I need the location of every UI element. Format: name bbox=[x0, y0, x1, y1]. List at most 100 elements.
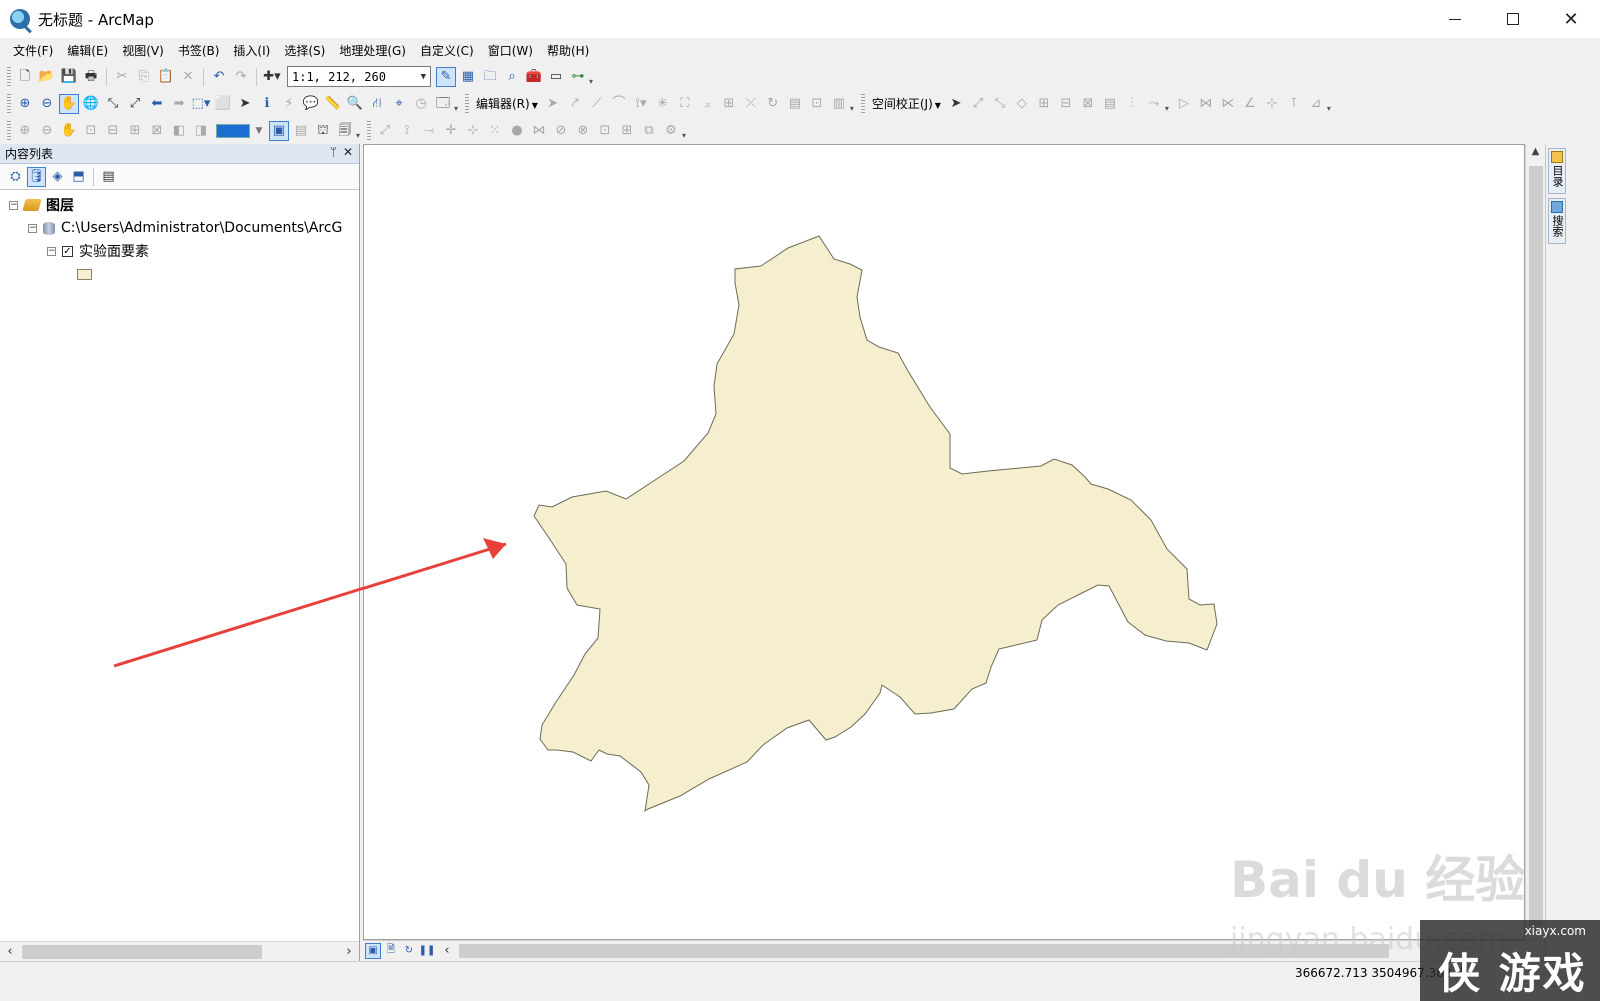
polygon-symbol-swatch[interactable] bbox=[77, 268, 92, 280]
new-identity-link-icon[interactable]: ⊞ bbox=[1034, 94, 1054, 114]
clear-selection-icon[interactable]: ⬜ bbox=[213, 94, 233, 114]
edge-match-icon[interactable]: ⫶ bbox=[1122, 94, 1142, 114]
measure-icon[interactable]: 📏 bbox=[323, 94, 343, 114]
georef-rectify-icon[interactable]: ⊡ bbox=[595, 121, 615, 141]
copy-icon[interactable]: ⎘ bbox=[134, 67, 154, 87]
focus-data-frame-icon[interactable]: ▤ bbox=[291, 121, 311, 141]
map-vertical-scrollbar[interactable]: ▲ bbox=[1525, 144, 1545, 940]
identify-icon[interactable]: ℹ bbox=[257, 94, 277, 114]
layout-forward-icon[interactable]: ◨ bbox=[191, 121, 211, 141]
chevron-down-icon[interactable]: ▼ bbox=[250, 121, 268, 141]
attribute-transfer-icon[interactable]: ⤳ bbox=[1144, 94, 1164, 114]
find-icon[interactable]: 🔍 bbox=[345, 94, 365, 114]
cut-icon[interactable]: ✂ bbox=[112, 67, 132, 87]
attributes-icon[interactable]: ▤ bbox=[785, 94, 805, 114]
search-tab[interactable]: 搜索 bbox=[1548, 198, 1566, 244]
scroll-right-icon[interactable]: › bbox=[339, 944, 359, 959]
zoom-whole-page-icon[interactable]: ⊡ bbox=[81, 121, 101, 141]
cut-polygons-icon[interactable]: ⊞ bbox=[719, 94, 739, 114]
layout-view-icon[interactable]: 🗎 bbox=[383, 943, 399, 959]
data-view-icon[interactable]: ▣ bbox=[365, 942, 381, 959]
list-by-source-icon[interactable]: 🛢 bbox=[27, 166, 46, 187]
scroll-up-icon[interactable]: ▲ bbox=[1526, 144, 1545, 157]
align-edge-icon[interactable]: ∠ bbox=[1240, 94, 1260, 114]
paste-icon[interactable]: 📋 bbox=[156, 67, 176, 87]
edit-annotation-icon[interactable]: ⤤ bbox=[565, 94, 585, 114]
fixed-zoom-out-icon[interactable]: ⤢ bbox=[125, 94, 145, 114]
limited-adjustment-icon[interactable]: ⊟ bbox=[1056, 94, 1076, 114]
pan-icon[interactable]: ✋ bbox=[59, 93, 79, 114]
toolbar-grip[interactable] bbox=[367, 120, 371, 141]
georef-copy-icon[interactable]: ⧉ bbox=[639, 121, 659, 141]
toolbar-grip[interactable] bbox=[7, 93, 11, 114]
rotate-icon[interactable]: ↻ bbox=[763, 94, 783, 114]
create-viewer-window-icon[interactable]: 🗔 bbox=[433, 94, 453, 114]
layer-visibility-checkbox[interactable]: ✓ bbox=[62, 245, 73, 257]
point-icon[interactable]: ✳ bbox=[653, 94, 673, 114]
python-window-icon[interactable]: ▭ bbox=[546, 67, 566, 87]
menu-view[interactable]: 视图(V) bbox=[115, 42, 171, 59]
full-extent-icon[interactable]: 🌐 bbox=[81, 94, 101, 114]
layout-fixed-zoom-in-icon[interactable]: ⊞ bbox=[125, 121, 145, 141]
pause-drawing-icon[interactable]: ❚❚ bbox=[419, 943, 436, 959]
catalog-icon[interactable]: 🗀 bbox=[480, 67, 500, 87]
map-scale-dropdown[interactable]: 1:1, 212, 260 ▼ bbox=[287, 66, 431, 87]
zoom-100-icon[interactable]: ⊟ bbox=[103, 121, 123, 141]
toolbar-grip[interactable] bbox=[860, 93, 865, 114]
georef-points-icon[interactable]: ⁙ bbox=[485, 121, 505, 141]
menu-insert[interactable]: 插入(I) bbox=[226, 42, 277, 59]
maximize-button[interactable] bbox=[1484, 0, 1542, 38]
toolbar-overflow-icon[interactable]: ▾ bbox=[850, 95, 858, 113]
reshape-icon[interactable]: ⟓ bbox=[697, 94, 717, 114]
catalog-tab[interactable]: 目录 bbox=[1548, 148, 1566, 194]
georef-link-table-icon[interactable]: ⋈ bbox=[529, 121, 549, 141]
spatial-adjustment-menu[interactable]: 空间校正(J) ▼ bbox=[868, 95, 945, 112]
list-by-drawing-order-icon[interactable]: ⛭ bbox=[6, 167, 25, 187]
arctoolbox-icon[interactable]: 🧰 bbox=[524, 67, 544, 87]
table-icon[interactable]: ▦ bbox=[458, 67, 478, 87]
scrollbar-thumb[interactable] bbox=[22, 944, 262, 959]
georef-grid-icon[interactable]: ⊞ bbox=[617, 121, 637, 141]
add-control-points-icon[interactable]: ⊹ bbox=[463, 121, 483, 141]
menu-file[interactable]: 文件(F) bbox=[6, 42, 60, 59]
toggle-draft-mode-icon[interactable]: ▣ bbox=[269, 120, 289, 141]
find-route-icon[interactable]: ⛙ bbox=[367, 94, 387, 114]
georef-shift-icon[interactable]: ⤙ bbox=[419, 121, 439, 141]
view-link-table-icon[interactable]: ▤ bbox=[1100, 94, 1120, 114]
new-displacement-link-icon[interactable]: ⤢ bbox=[968, 94, 988, 114]
edit-vertices-icon[interactable]: ⛶ bbox=[675, 94, 695, 114]
menu-bookmarks[interactable]: 书签(B) bbox=[171, 42, 227, 59]
layout-zoom-in-icon[interactable]: ⊕ bbox=[15, 121, 35, 141]
delete-icon[interactable]: ✕ bbox=[178, 67, 198, 87]
toolbar-grip[interactable] bbox=[7, 120, 11, 141]
list-by-selection-icon[interactable]: ⬒ bbox=[69, 167, 88, 187]
collapse-icon[interactable]: − bbox=[47, 246, 56, 256]
modelbuilder-icon[interactable]: ⊶ bbox=[568, 67, 588, 87]
toc-close-icon[interactable]: ✕ bbox=[343, 145, 353, 159]
hyperlink-icon[interactable]: ⚡ bbox=[279, 94, 299, 114]
edit-tool-icon[interactable]: ➤ bbox=[543, 94, 563, 114]
editor-menu[interactable]: 编辑器(R) ▼ bbox=[472, 95, 542, 112]
add-data-icon[interactable]: ✚▾ bbox=[262, 67, 282, 87]
georef-rotate-icon[interactable]: ⟟ bbox=[397, 121, 417, 141]
toc-options-icon[interactable]: ▤ bbox=[99, 167, 118, 187]
study-area-polygon[interactable] bbox=[533, 235, 1218, 813]
error-inspector-icon[interactable]: ⊿ bbox=[1306, 94, 1326, 114]
toolbar-overflow-icon[interactable]: ▾ bbox=[1327, 95, 1335, 113]
data-driven-pages-icon[interactable]: 🗐 bbox=[335, 121, 355, 141]
change-layout-icon[interactable]: ⛫ bbox=[313, 121, 333, 141]
select-elements-icon[interactable]: ➤ bbox=[235, 94, 255, 114]
html-popup-icon[interactable]: 💬 bbox=[301, 94, 321, 114]
toolbar-overflow-icon[interactable]: ▾ bbox=[356, 122, 364, 140]
collapse-icon[interactable]: − bbox=[28, 223, 37, 233]
menu-help[interactable]: 帮助(H) bbox=[540, 42, 596, 59]
fixed-zoom-in-icon[interactable]: ⤡ bbox=[103, 94, 123, 114]
time-slider-icon[interactable]: ◷ bbox=[411, 94, 431, 114]
scroll-left-icon[interactable]: ‹ bbox=[0, 944, 20, 959]
list-by-visibility-icon[interactable]: ◈ bbox=[48, 167, 67, 187]
menu-edit[interactable]: 编辑(E) bbox=[60, 42, 115, 59]
menu-windows[interactable]: 窗口(W) bbox=[481, 42, 540, 59]
layout-fixed-zoom-out-icon[interactable]: ⊠ bbox=[147, 121, 167, 141]
layer-row[interactable]: − ✓ 实验面要素 bbox=[47, 240, 149, 262]
fill-color-swatch[interactable] bbox=[216, 123, 250, 138]
